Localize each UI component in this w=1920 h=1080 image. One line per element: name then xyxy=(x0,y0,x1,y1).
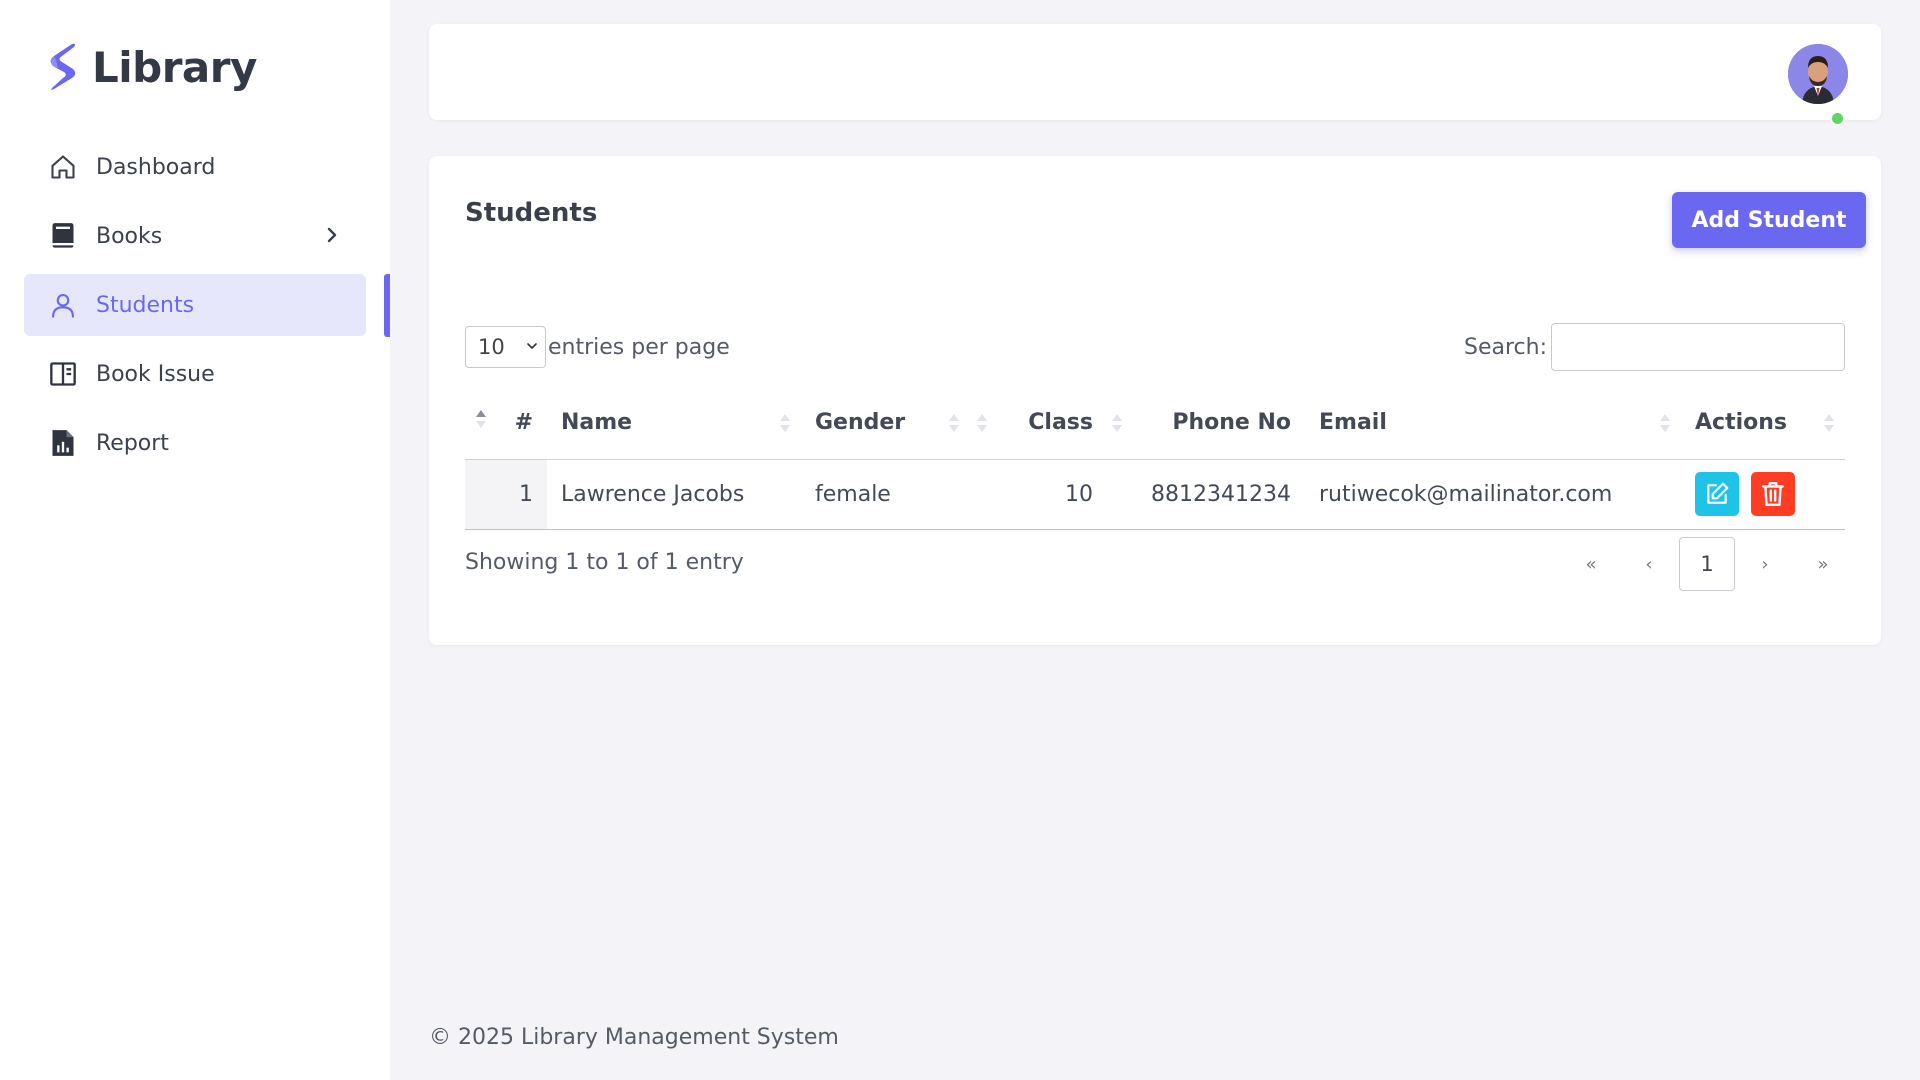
cell-email: rutiwecok@mailinator.com xyxy=(1305,459,1681,530)
logo-icon xyxy=(50,43,76,90)
active-indicator xyxy=(384,274,390,337)
table-header-row: # Name Gender Class Phone No Email Actio… xyxy=(465,386,1845,460)
brand-name: Library xyxy=(92,42,257,92)
students-table: # Name Gender Class Phone No Email Actio… xyxy=(465,386,1845,530)
entries-select-value: 10 xyxy=(478,335,505,359)
search-label: Search: xyxy=(1464,334,1547,360)
sidebar-item-books[interactable]: Books xyxy=(24,205,366,267)
sort-asc-icon xyxy=(476,410,486,428)
column-header-gender[interactable]: Gender xyxy=(801,386,970,460)
students-card: Students Add Student 10 entries per page… xyxy=(429,156,1881,645)
column-header-actions[interactable]: Actions xyxy=(1681,386,1845,460)
column-header-class[interactable]: Class xyxy=(970,386,1107,460)
home-icon xyxy=(48,152,78,182)
book-icon xyxy=(48,221,78,251)
sidebar-item-label: Books xyxy=(96,223,163,249)
header-label: Gender xyxy=(815,409,906,435)
online-status-indicator xyxy=(1830,111,1845,126)
table-row: 1 Lawrence Jacobs female 10 8812341234 r… xyxy=(465,459,1845,530)
column-header-email[interactable]: Email xyxy=(1305,386,1681,460)
pagination-prev[interactable]: ‹ xyxy=(1621,537,1677,591)
column-header-name[interactable]: Name xyxy=(547,386,801,460)
sidebar-item-label: Book Issue xyxy=(96,361,215,387)
sidebar-item-dashboard[interactable]: Dashboard xyxy=(24,136,366,198)
entries-per-page-select[interactable]: 10 xyxy=(465,326,546,368)
sort-icon xyxy=(949,414,959,432)
sidebar-item-report[interactable]: Report xyxy=(24,412,366,474)
search-control: Search: xyxy=(1464,323,1845,371)
sidebar-item-book-issue[interactable]: Book Issue xyxy=(24,343,366,405)
sidebar-item-label: Dashboard xyxy=(96,154,216,180)
header-label: Phone No xyxy=(1172,409,1291,435)
cell-actions xyxy=(1681,459,1845,530)
pagination-page-1[interactable]: 1 xyxy=(1679,537,1735,591)
header-label: # xyxy=(514,409,533,435)
open-book-icon xyxy=(48,359,78,389)
sort-icon xyxy=(1660,414,1670,432)
sort-icon xyxy=(780,414,790,432)
add-student-button[interactable]: Add Student xyxy=(1672,192,1866,248)
sidebar-item-label: Report xyxy=(96,430,169,456)
cell-number: 1 xyxy=(465,459,547,530)
chevron-down-icon xyxy=(527,343,537,349)
edit-icon xyxy=(1707,482,1729,504)
pagination-next[interactable]: › xyxy=(1737,537,1793,591)
pagination: « ‹ 1 › » xyxy=(1561,537,1851,591)
search-input[interactable] xyxy=(1551,323,1845,371)
pagination-last[interactable]: » xyxy=(1795,537,1851,591)
pagination-first[interactable]: « xyxy=(1563,537,1619,591)
top-bar xyxy=(429,24,1881,126)
cell-phone: 8812341234 xyxy=(1107,459,1305,530)
header-label: Name xyxy=(561,409,633,435)
header-label: Email xyxy=(1319,409,1387,435)
cell-name: Lawrence Jacobs xyxy=(547,459,801,530)
report-icon xyxy=(48,428,78,458)
brand[interactable]: Library xyxy=(44,42,257,92)
chevron-right-icon xyxy=(327,227,337,243)
table-info: Showing 1 to 1 of 1 entry xyxy=(465,550,744,575)
entries-label: entries per page xyxy=(548,334,730,360)
column-header-phone[interactable]: Phone No xyxy=(1107,386,1305,460)
trash-icon xyxy=(1762,481,1784,507)
page-title: Students xyxy=(465,198,598,228)
cell-class: 10 xyxy=(970,459,1107,530)
sidebar: Library Dashboard Books Students Book Is… xyxy=(0,0,390,1080)
header-label: Actions xyxy=(1695,409,1787,435)
sort-icon xyxy=(1824,414,1834,432)
header-label: Class xyxy=(1028,409,1093,435)
user-icon xyxy=(48,290,78,320)
sidebar-nav: Dashboard Books Students Book Issue Repo… xyxy=(24,136,366,481)
entries-control: 10 entries per page xyxy=(465,326,730,368)
avatar[interactable] xyxy=(1788,44,1848,104)
footer-text: © 2025 Library Management System xyxy=(429,1025,839,1050)
sort-icon xyxy=(1112,414,1122,432)
edit-button[interactable] xyxy=(1695,472,1739,516)
delete-button[interactable] xyxy=(1751,472,1795,516)
sidebar-item-label: Students xyxy=(96,292,195,318)
sort-icon xyxy=(977,414,987,432)
column-header-number[interactable]: # xyxy=(465,386,547,460)
user-avatar-icon xyxy=(1788,44,1848,104)
cell-gender: female xyxy=(801,459,970,530)
sidebar-item-students[interactable]: Students xyxy=(24,274,366,336)
